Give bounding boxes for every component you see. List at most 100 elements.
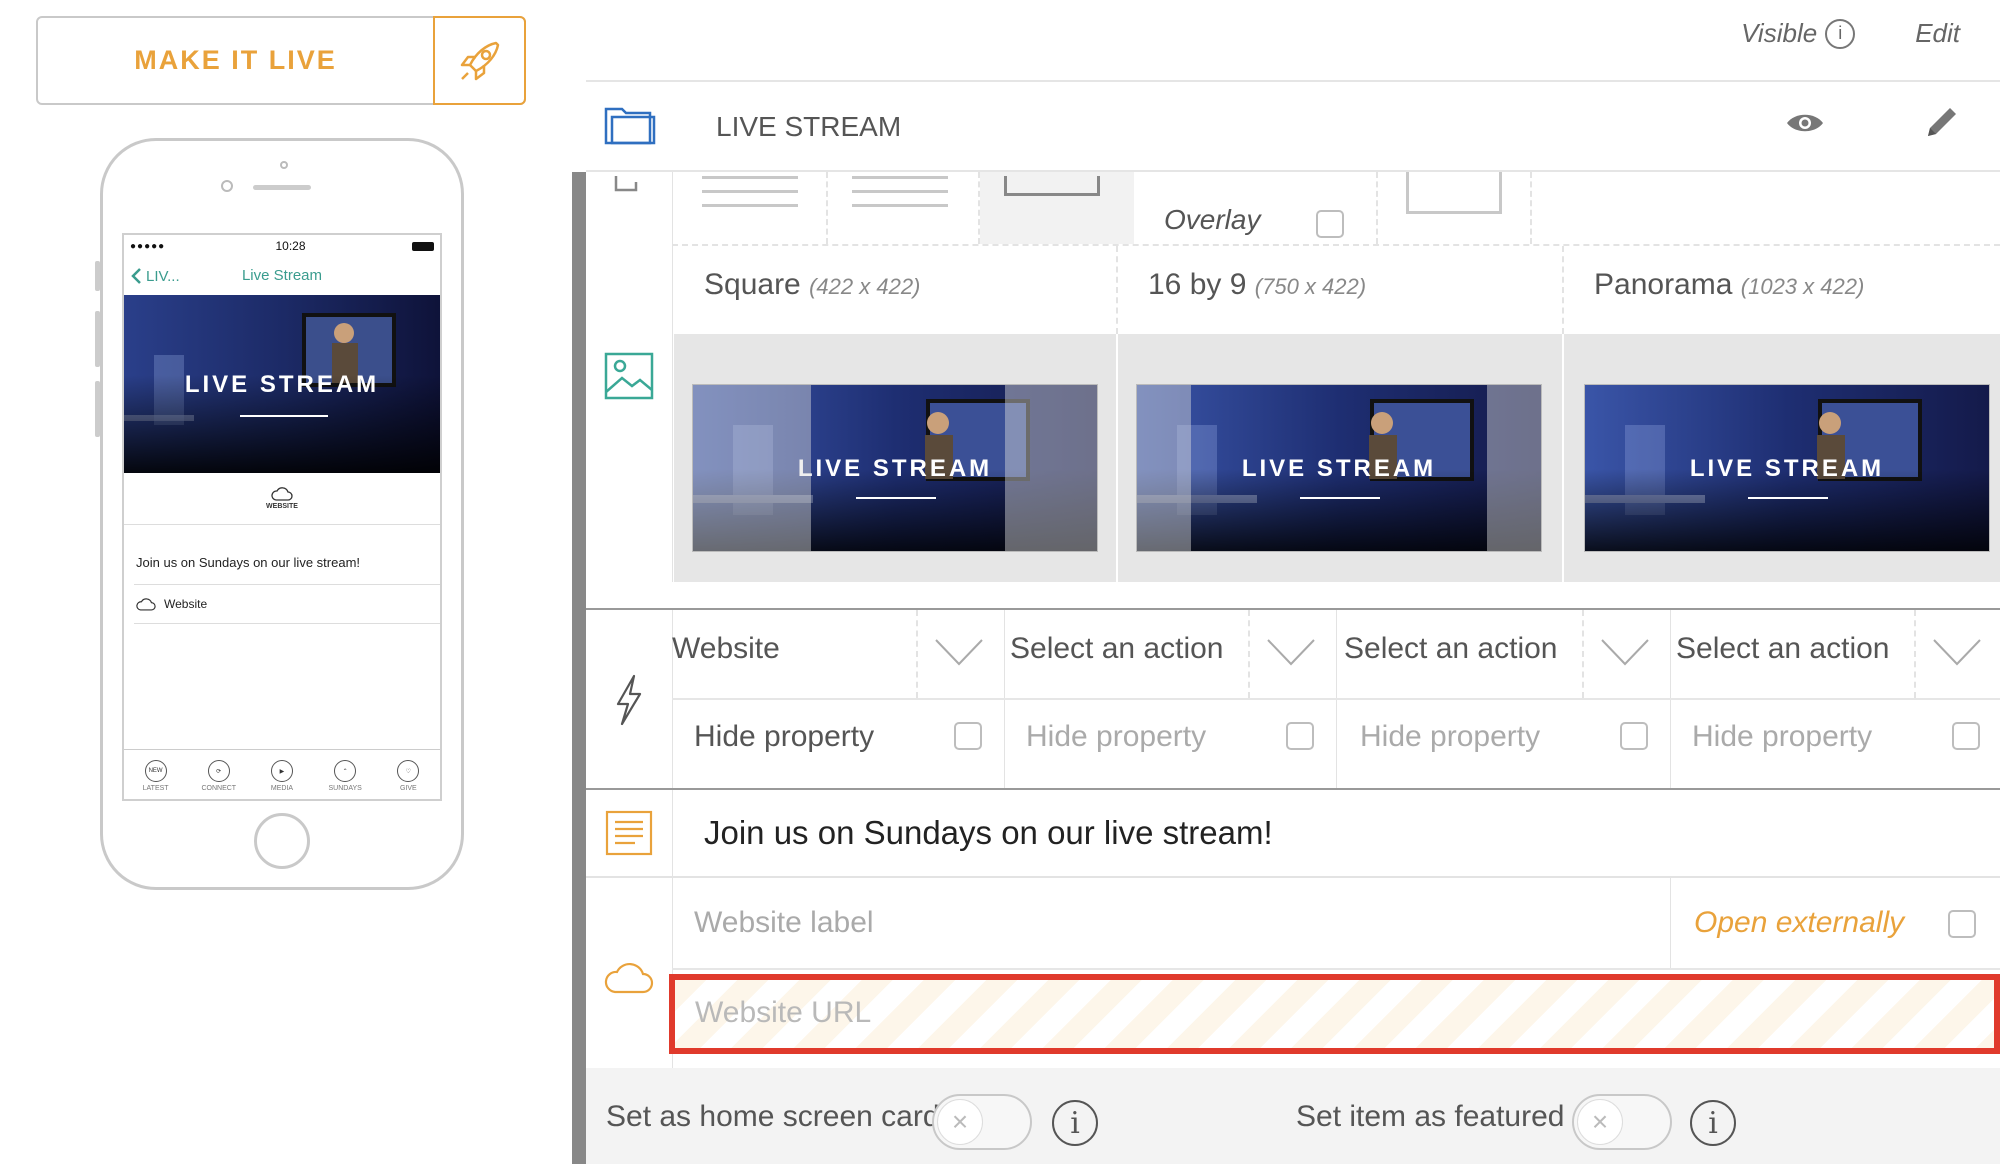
overlay-checkbox[interactable] [1316,210,1344,238]
size-16by9-label: 16 by 9 (750 x 422) [1148,268,1366,302]
website-url-placeholder: Website URL [695,996,872,1029]
website-url-input[interactable]: Website URL [669,974,2000,1054]
action-select-3[interactable]: Select an action [1344,632,1557,666]
eye-icon[interactable] [1785,110,1825,141]
visible-toggle[interactable]: Visible i [1741,18,1856,49]
phone-tab-latest[interactable]: NEW LATEST [126,760,186,792]
chevron-down-icon[interactable] [934,638,984,673]
phone-weblink-label: WEBSITE [266,503,298,510]
info-icon[interactable]: i [1690,1100,1736,1146]
cloud-icon [271,487,293,501]
phone-weblink-button[interactable]: WEBSITE [124,473,440,525]
action-select-2[interactable]: Select an action [1010,632,1223,666]
thumbnail-title: LIVE STREAM [1241,455,1437,482]
description-row: Join us on Sundays on our live stream! [586,790,2000,876]
tab-label: GIVE [399,785,417,792]
thumbnail-underline [856,497,936,499]
phone-website-label: Website [164,597,208,611]
divider [1670,878,1671,968]
hide-property-label: Hide property [1692,720,1873,753]
thumbnail-3[interactable]: LIVE STREAM [1584,384,1990,552]
hide-property-checkbox[interactable] [1620,722,1648,750]
chevron-up-icon: ⌃ [334,760,357,782]
divider [672,968,2000,970]
info-icon[interactable]: i [1052,1100,1098,1146]
size-dims: (422 x 422) [809,274,921,299]
website-label-input[interactable]: Website label [694,906,874,940]
layout-box [1004,176,1100,196]
description-field[interactable]: Join us on Sundays on our live stream! [704,814,1273,852]
tab-label: LATEST [142,785,169,792]
chevron-down-icon[interactable] [1600,638,1650,673]
divider [1562,334,1564,582]
folder-icon [604,103,664,152]
divider [916,610,918,698]
info-icon[interactable]: i [1825,18,1856,49]
phone-screen: ●●●●● ︎ 10:28 LIV... Live Stream LIVE ST… [122,233,442,801]
image-row: Square (422 x 422) 16 by 9 (750 x 422) P… [586,246,2000,582]
hide-property-checkbox[interactable] [954,722,982,750]
size-dims: (1023 x 422) [1740,274,1865,299]
layout-option-4[interactable] [1406,172,1502,214]
divider [1116,246,1118,334]
heart-icon: ♡ [397,760,420,782]
panel-scrollbar[interactable] [572,172,586,1164]
layout-option-3-selected[interactable] [980,172,1134,244]
phone-volume-down [95,381,100,437]
phone-front-camera [221,180,233,192]
hide-property-label: Hide property [1026,720,1207,753]
phone-camera [280,161,288,169]
home-screen-card-label: Set as home screen card [606,1100,940,1133]
close-icon: × [937,1099,983,1145]
signal-icon: ●●●●● ︎ [130,240,169,252]
make-it-live-button[interactable]: MAKE IT LIVE [36,16,526,105]
phone-website-row[interactable]: Website [134,585,440,624]
home-screen-card-toggle[interactable]: × [932,1094,1032,1150]
divider [1376,172,1378,244]
phone-tab-bar: NEW LATEST ⟳ CONNECT ▶ MEDIA ⌃ SUNDAYS ♡… [124,749,440,799]
size-name: Square [704,268,801,301]
thumbnail-2[interactable]: LIVE STREAM [1136,384,1542,552]
tab-label: SUNDAYS [328,785,362,792]
open-externally-label: Open externally [1694,906,1905,939]
open-externally-checkbox[interactable] [1948,910,1976,938]
phone-status-bar: ●●●●● ︎ 10:28 [124,235,440,257]
phone-tab-give[interactable]: ♡ GIVE [378,760,438,792]
hide-property-checkbox[interactable] [1952,722,1980,750]
action-select-4[interactable]: Select an action [1676,632,1889,666]
phone-nav-title: Live Stream [241,267,323,284]
top-links: Visible i Edit [1741,18,1960,49]
phone-tab-media[interactable]: ▶ MEDIA [252,760,312,792]
thumbnail-1[interactable]: LIVE STREAM [692,384,1098,552]
actions-row: Website Hide property Select an action Hide… [586,610,2000,788]
overlay-label: Overlay [1164,204,1261,235]
thumbnail-underline [1300,497,1380,499]
action-select-1[interactable]: Website [672,632,780,666]
size-square-label: Square (422 x 422) [704,268,920,302]
phone-volume-up [95,311,100,367]
rocket-icon[interactable] [433,16,526,105]
phone-tab-connect[interactable]: ⟳ CONNECT [189,760,249,792]
size-name: 16 by 9 [1148,268,1247,301]
featured-toggle[interactable]: × [1572,1094,1672,1150]
divider [672,172,673,244]
phone-hero-image: LIVE STREAM [124,295,440,473]
visible-label: Visible [1741,18,1818,48]
layout-line [852,190,948,193]
thumbnail-title: LIVE STREAM [1689,455,1885,482]
divider [1582,610,1584,698]
chevron-down-icon[interactable] [1266,638,1316,673]
divider [826,172,828,244]
hide-property-label: Hide property [1360,720,1541,753]
divider [1530,172,1532,244]
edit-link[interactable]: Edit [1915,18,1960,49]
cloud-icon [136,597,156,611]
pencil-icon[interactable] [1924,104,1960,145]
phone-tab-sundays[interactable]: ⌃ SUNDAYS [315,760,375,792]
make-it-live-label: MAKE IT LIVE [134,45,337,75]
featured-label: Set item as featured [1296,1100,1565,1133]
image-icon[interactable] [586,336,672,416]
hide-property-checkbox[interactable] [1286,722,1314,750]
chevron-down-icon[interactable] [1932,638,1982,673]
phone-preview: ●●●●● ︎ 10:28 LIV... Live Stream LIVE ST… [95,138,464,890]
